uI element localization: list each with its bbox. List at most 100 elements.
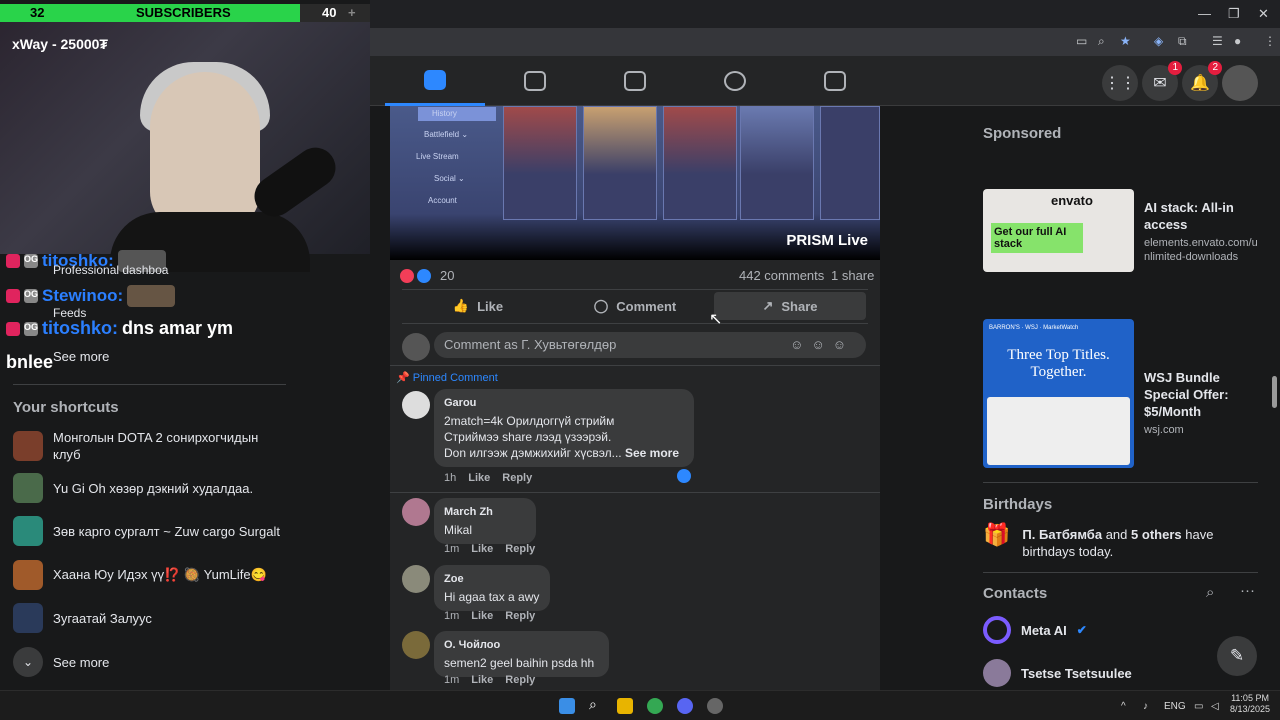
tab-search-icon[interactable]: ☰ xyxy=(1212,34,1223,48)
tab-groups[interactable] xyxy=(685,56,785,106)
comment-author[interactable]: March Zh xyxy=(444,504,526,520)
network-icon[interactable]: ▭ xyxy=(1194,701,1203,712)
comment-like-button[interactable]: Like xyxy=(468,472,490,484)
sponsored-ad[interactable]: envato Get our full AI stack AI stack: A… xyxy=(983,189,1258,272)
notifications-button[interactable]: 🔔 2 xyxy=(1182,61,1222,101)
see-more-top-link[interactable]: See more xyxy=(53,349,109,364)
share-button[interactable]: ↗ Share xyxy=(714,292,866,320)
birthday-name: П. Батбямба xyxy=(1022,527,1103,542)
clock[interactable]: 11:05 PM 8/13/2025 xyxy=(1230,693,1270,715)
tab-marketplace[interactable] xyxy=(585,56,685,106)
shortcut-label: Yu Gi Oh хөзөр дэкний худалдаа. xyxy=(53,480,254,496)
emoji-sticker-icons[interactable]: ☺☺☺ xyxy=(790,337,854,352)
shortcut-item[interactable]: Зөв карго сургалт ~ Zuw cargo Surgalt xyxy=(13,516,280,546)
like-button[interactable]: 👍 Like xyxy=(402,292,554,320)
shortcut-item[interactable]: Хаана Юу Идэх үү⁉️ 🥘 YumLife😋 xyxy=(13,560,267,590)
messenger-button[interactable]: ✉ 1 xyxy=(1142,61,1182,101)
comment-author[interactable]: Garou xyxy=(444,395,684,411)
start-icon[interactable] xyxy=(559,698,575,714)
video-menu-item: Social ⌄ xyxy=(434,174,465,183)
shares-count[interactable]: 1 share xyxy=(831,268,874,283)
minimize-button[interactable]: — xyxy=(1198,6,1211,21)
see-more-button[interactable]: ⌄ See more xyxy=(13,647,109,677)
page-scrollbar[interactable] xyxy=(1272,376,1277,408)
divider xyxy=(402,323,868,324)
sponsored-ad[interactable]: BARRON'S · WSJ · MarketWatch Three Top T… xyxy=(983,319,1258,468)
commenter-avatar[interactable] xyxy=(402,631,430,659)
tray-chevron-icon[interactable]: ^ xyxy=(1121,701,1126,712)
search-icon[interactable]: ⌕ xyxy=(589,696,605,712)
volume-icon[interactable]: ◁ xyxy=(1211,701,1219,712)
cast-icon[interactable]: ▭ xyxy=(1076,34,1087,48)
app-icon[interactable] xyxy=(707,698,723,714)
reaction-summary[interactable]: 20 xyxy=(400,268,454,283)
ad-tagline: Three Top Titles. Together. xyxy=(1007,347,1110,380)
tab-gaming[interactable] xyxy=(785,56,885,106)
notifications-badge: 2 xyxy=(1208,61,1222,75)
comment-author[interactable]: О. Чойлоо xyxy=(444,637,599,653)
commenter-avatar[interactable] xyxy=(402,498,430,526)
comment-like-button[interactable]: Like xyxy=(471,610,493,622)
comment-time[interactable]: 1m xyxy=(444,674,459,686)
current-user-avatar[interactable] xyxy=(402,333,430,361)
comment-reply-button[interactable]: Reply xyxy=(502,472,532,484)
commenter-avatar[interactable] xyxy=(402,565,430,593)
left-panel: xWay - 25000₮ 32 SUBSCRIBERS 40 + OG tit… xyxy=(0,0,370,690)
ad-title: WSJ Bundle Special Offer: $5/Month xyxy=(1144,370,1229,419)
right-rail: Sponsored envato Get our full AI stack A… xyxy=(983,106,1258,690)
comment-reply-button[interactable]: Reply xyxy=(505,543,535,555)
meta-ai-icon xyxy=(983,616,1011,644)
contact-item[interactable]: Meta AI ✔ xyxy=(983,616,1087,644)
kebab-menu-icon[interactable]: ⋮ xyxy=(1264,34,1276,48)
contact-name: Tsetse Tsetsuulee xyxy=(1021,665,1132,681)
comment-like-button[interactable]: Like xyxy=(471,674,493,686)
contact-item[interactable]: Tsetse Tsetsuulee xyxy=(983,659,1132,687)
og-badge: OG xyxy=(24,289,38,303)
comment-button[interactable]: ◯ Comment xyxy=(559,292,711,320)
bookmark-star-icon[interactable]: ★ xyxy=(1120,34,1131,48)
heart-badge-icon xyxy=(6,321,20,336)
comment-time[interactable]: 1m xyxy=(444,543,459,555)
commenter-avatar[interactable] xyxy=(402,391,430,419)
more-options-icon[interactable]: ··· xyxy=(1240,582,1255,599)
chrome-icon[interactable] xyxy=(647,698,663,714)
new-message-button[interactable]: ✎ xyxy=(1217,636,1257,676)
messenger-icon: ✉ xyxy=(1153,75,1167,92)
comment-like-button[interactable]: Like xyxy=(471,543,493,555)
divider xyxy=(390,492,880,493)
menu-grid-button[interactable]: ⋮⋮ xyxy=(1102,65,1138,101)
zoom-icon[interactable]: ⌕ xyxy=(1098,34,1105,49)
restore-button[interactable]: ❐ xyxy=(1228,6,1240,22)
comment-time[interactable]: 1m xyxy=(444,610,459,622)
see-more-link[interactable]: See more xyxy=(625,446,679,460)
comment-reply-button[interactable]: Reply xyxy=(505,610,535,622)
extension-icon[interactable]: ◈ xyxy=(1154,34,1163,48)
comments-count[interactable]: 442 comments xyxy=(739,268,824,283)
microphone-icon[interactable]: ♪ xyxy=(1143,701,1148,712)
birthday-item[interactable]: 🎁 П. Батбямба and 5 others have birthday… xyxy=(983,524,1258,560)
shortcut-item[interactable]: Монголын DOTA 2 сонирхогчидын клуб xyxy=(13,429,273,463)
webcam-overlay: xWay - 25000₮ xyxy=(0,22,370,272)
tab-home[interactable] xyxy=(385,56,485,106)
feed-post: History Battlefield ⌄ Live Stream Social… xyxy=(390,106,880,690)
shortcut-item[interactable]: Зугаатай Залуус xyxy=(13,603,152,633)
professional-dashboard-link[interactable]: Professional dashboa xyxy=(53,263,168,277)
like-reaction-icon xyxy=(677,469,691,483)
search-icon[interactable]: ⌕ xyxy=(1206,584,1214,601)
comment-reply-button[interactable]: Reply xyxy=(505,674,535,686)
language-indicator[interactable]: ENG xyxy=(1164,701,1186,712)
file-explorer-icon[interactable] xyxy=(617,698,633,714)
clock-date: 8/13/2025 xyxy=(1230,704,1271,714)
post-video[interactable]: History Battlefield ⌄ Live Stream Social… xyxy=(390,106,880,260)
puzzle-icon[interactable]: ⧉ xyxy=(1178,34,1187,49)
close-button[interactable]: ✕ xyxy=(1258,6,1269,22)
comment-author[interactable]: Zoe xyxy=(444,571,540,587)
tab-video[interactable] xyxy=(485,56,585,106)
shortcut-item[interactable]: Yu Gi Oh хөзөр дэкний худалдаа. xyxy=(13,473,253,503)
account-avatar-button[interactable] xyxy=(1222,65,1258,101)
profile-icon[interactable]: ● xyxy=(1234,34,1241,48)
comment-time[interactable]: 1h xyxy=(444,472,456,484)
comment-input[interactable]: Comment as Г. Хувьтөгөлдөр ☺☺☺ xyxy=(434,332,866,358)
video-menu-item: Live Stream xyxy=(416,152,459,161)
discord-icon[interactable] xyxy=(677,698,693,714)
